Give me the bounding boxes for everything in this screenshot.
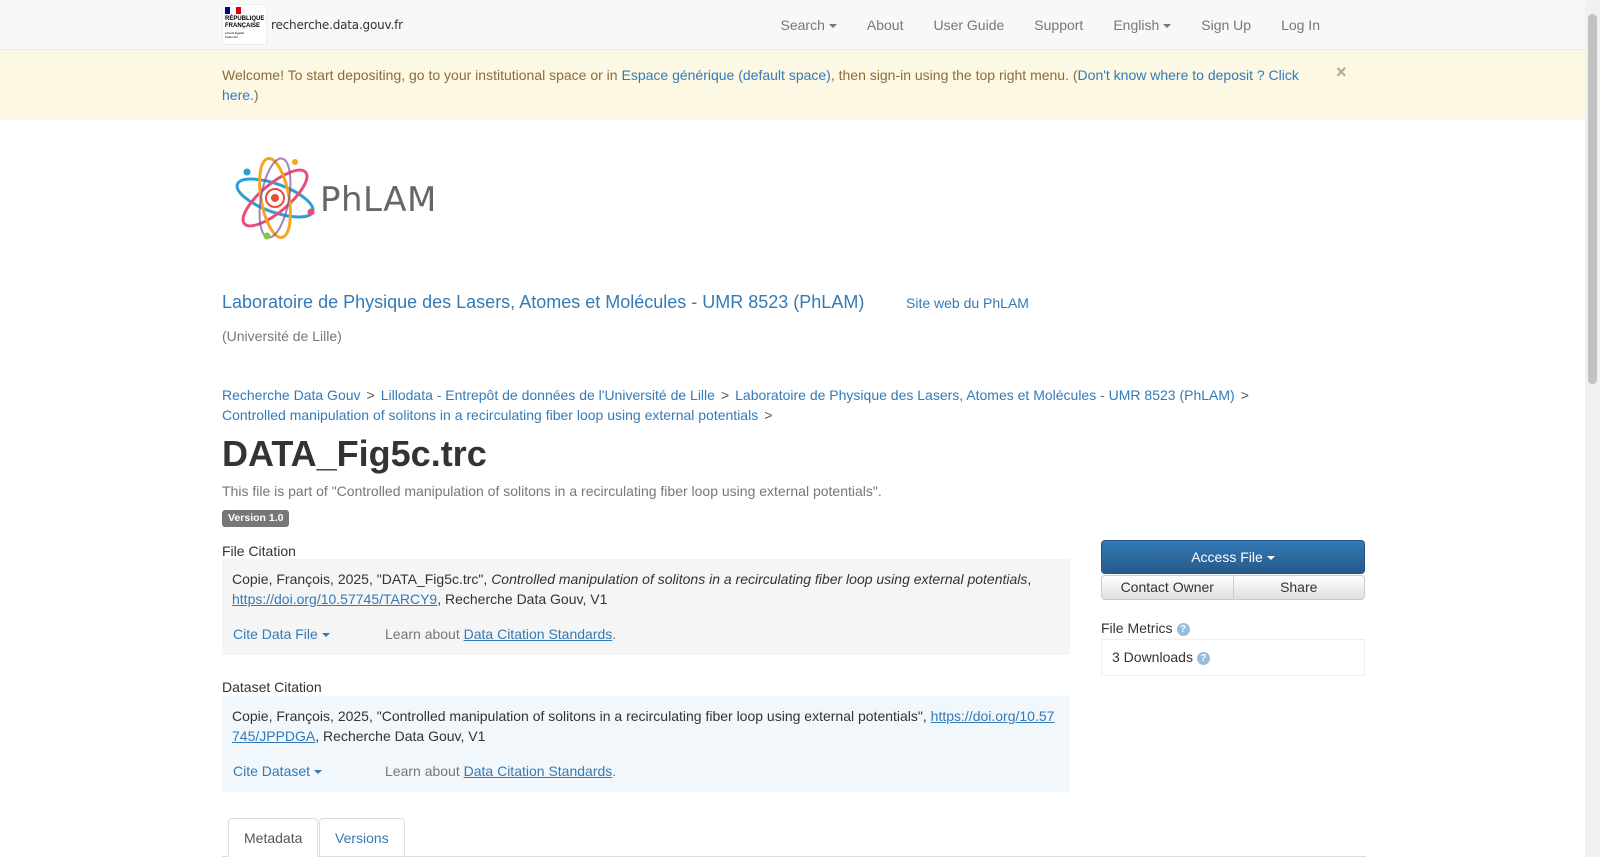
scrollbar-thumb[interactable] [1588, 14, 1597, 384]
alert-text-middle: , then sign-in using the top right menu.… [830, 67, 1078, 83]
access-file-label: Access File [1191, 549, 1263, 565]
breadcrumb-item[interactable]: Recherche Data Gouv [222, 387, 361, 403]
citation-standards-link[interactable]: Data Citation Standards [464, 626, 613, 642]
dataverse-name-link[interactable]: Laboratoire de Physique des Lasers, Atom… [222, 292, 864, 313]
contact-owner-button[interactable]: Contact Owner [1101, 575, 1234, 600]
nav-support-label: Support [1034, 17, 1084, 33]
nav-support[interactable]: Support [1019, 0, 1098, 50]
dataverse-website-link[interactable]: Site web du PhLAM [906, 295, 1029, 311]
nav-log-in[interactable]: Log In [1266, 0, 1335, 50]
page-title: DATA_Fig5c.trc [222, 433, 487, 474]
nav-about[interactable]: About [852, 0, 919, 50]
breadcrumb-item[interactable]: Laboratoire de Physique des Lasers, Atom… [735, 387, 1235, 403]
dataset-citation-heading: Dataset Citation [222, 679, 322, 695]
learn-suffix: . [612, 763, 617, 779]
caret-down-icon [1266, 556, 1275, 561]
gov-motto: Liberté Égalité Fraternité [225, 31, 245, 39]
nav-sign-up-label: Sign Up [1201, 17, 1252, 33]
gov-line-2: FRANÇAISE [225, 22, 261, 29]
welcome-alert: Welcome! To start depositing, go to your… [0, 50, 1585, 120]
nav-language-dropdown[interactable]: English [1098, 0, 1186, 50]
learn-prefix: Learn about [385, 763, 464, 779]
help-icon[interactable]: ? [1176, 622, 1190, 636]
dataverse-affiliation: (Université de Lille) [222, 328, 342, 344]
file-citation-prefix: Copie, François, 2025, "DATA_Fig5c.trc", [232, 571, 492, 587]
cite-data-file-dropdown[interactable]: Cite Data File [233, 624, 330, 644]
breadcrumb-separator: > [720, 387, 730, 403]
learn-citation-standards: Learn about Data Citation Standards. [385, 624, 616, 644]
alert-text-before: Welcome! To start depositing, go to your… [222, 67, 622, 83]
file-citation-heading: File Citation [222, 543, 296, 559]
nav-log-in-label: Log In [1281, 17, 1320, 33]
nav-user-guide-label: User Guide [933, 17, 1005, 33]
nav-user-guide[interactable]: User Guide [918, 0, 1019, 50]
dataset-citation-suffix: , Recherche Data Gouv, V1 [315, 728, 486, 744]
breadcrumb-separator: > [366, 387, 375, 403]
access-file-button[interactable]: Access File [1101, 540, 1365, 574]
caret-down-icon [1163, 24, 1172, 29]
file-metrics-heading: File Metrics? [1101, 620, 1190, 636]
breadcrumb-separator: > [764, 407, 773, 423]
breadcrumb-item[interactable]: Lillodata - Entrepôt de données de l'Uni… [381, 387, 715, 403]
nav-sign-up[interactable]: Sign Up [1186, 0, 1266, 50]
breadcrumb: Recherche Data Gouv > Lillodata - Entrepôt… [222, 385, 1342, 425]
nav-search-label: Search [780, 17, 825, 33]
nav-search-dropdown[interactable]: Search [766, 0, 852, 50]
caret-down-icon [314, 770, 323, 775]
tab-metadata[interactable]: Metadata [228, 818, 319, 857]
nav-language-label: English [1113, 17, 1160, 33]
alert-text-after: ) [253, 87, 259, 103]
file-metrics-box: 3 Downloads? [1101, 639, 1365, 676]
version-badge: Version 1.0 [222, 510, 290, 527]
alert-message: Welcome! To start depositing, go to your… [222, 65, 1312, 105]
file-citation-dataset-title: Controlled manipulation of solitons in a… [491, 571, 1028, 587]
cite-data-file-label: Cite Data File [233, 626, 318, 642]
file-doi-link[interactable]: https://doi.org/10.57745/TARCY9 [232, 591, 437, 607]
default-space-link[interactable]: Espace générique (default space) [621, 67, 830, 83]
caret-down-icon [828, 24, 837, 29]
citation-standards-link[interactable]: Data Citation Standards [464, 763, 613, 779]
cite-dataset-label: Cite Dataset [233, 763, 311, 779]
file-citation-suffix: , Recherche Data Gouv, V1 [437, 591, 608, 607]
tab-versions[interactable]: Versions [319, 818, 405, 857]
dataset-citation-prefix: Copie, François, 2025, "Controlled manip… [232, 708, 931, 724]
cite-dataset-dropdown[interactable]: Cite Dataset [233, 761, 323, 781]
file-citation-box: Copie, François, 2025, "DATA_Fig5c.trc",… [222, 559, 1070, 655]
learn-suffix: . [612, 626, 617, 642]
file-actions-group: Contact Owner Share [1101, 575, 1365, 600]
site-name: recherche.data.gouv.fr [271, 17, 403, 32]
nav-menu: Search About User Guide Support English … [766, 0, 1335, 50]
breadcrumb-item[interactable]: Controlled manipulation of solitons in a… [222, 407, 758, 423]
file-metrics-label: File Metrics [1101, 620, 1173, 636]
close-icon[interactable]: × [1336, 62, 1347, 82]
phlam-logo-text: PhLAM [320, 180, 437, 220]
file-part-of-text: This file is part of "Controlled manipul… [222, 483, 882, 499]
downloads-count: 3 Downloads [1112, 649, 1193, 665]
french-flag-icon [225, 7, 241, 14]
nav-about-label: About [866, 17, 904, 33]
file-tabs: Metadata Versions [222, 818, 1366, 857]
page-scrollbar[interactable] [1585, 0, 1600, 857]
caret-down-icon [321, 633, 330, 638]
top-navbar: RÉPUBLIQUE FRANÇAISE Liberté Égalité Fra… [0, 0, 1585, 50]
share-button[interactable]: Share [1233, 575, 1365, 600]
dataset-citation-box: Copie, François, 2025, "Controlled manip… [222, 696, 1070, 792]
breadcrumb-separator: > [1240, 387, 1249, 403]
learn-citation-standards: Learn about Data Citation Standards. [385, 761, 616, 781]
file-citation-sep: , [1027, 571, 1032, 587]
republique-francaise-logo: RÉPUBLIQUE FRANÇAISE Liberté Égalité Fra… [222, 4, 267, 45]
gov-line-1: RÉPUBLIQUE [225, 16, 265, 22]
learn-prefix: Learn about [385, 626, 464, 642]
help-icon[interactable]: ? [1196, 651, 1210, 665]
site-brand[interactable]: RÉPUBLIQUE FRANÇAISE Liberté Égalité Fra… [222, 4, 403, 45]
